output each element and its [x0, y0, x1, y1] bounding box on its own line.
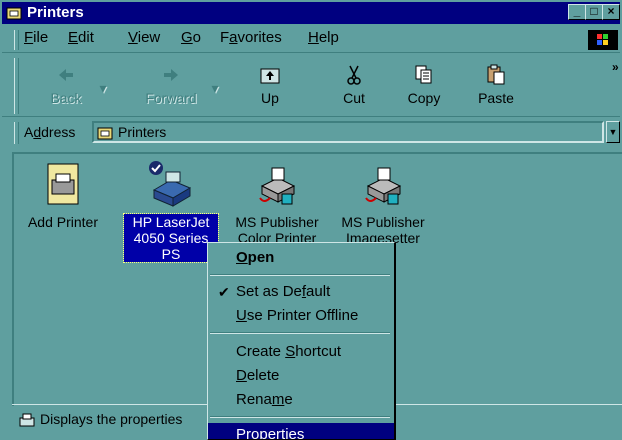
- item-add-printer[interactable]: Add Printer: [18, 160, 108, 230]
- item-ms-publisher-color[interactable]: MS Publisher Color Printer: [232, 160, 322, 246]
- toolbar-grip[interactable]: [14, 58, 19, 114]
- context-menu: Open ✔ Set as Default Use Printer Offline…: [207, 242, 395, 440]
- item-hp-laserjet[interactable]: HP LaserJet 4050 Series PS: [123, 160, 219, 263]
- address-input[interactable]: Printers: [92, 121, 604, 143]
- paste-icon: [487, 64, 505, 85]
- menu-rename[interactable]: Rename: [208, 388, 394, 412]
- paste-button[interactable]: Paste: [466, 64, 526, 106]
- menu-edit[interactable]: Edit: [68, 28, 94, 48]
- menu-separator: [210, 416, 390, 418]
- addressbar-grip[interactable]: [14, 122, 19, 144]
- address-dropdown-button[interactable]: ▼: [606, 121, 620, 143]
- printers-folder-icon: [97, 127, 113, 140]
- menu-help[interactable]: Help: [308, 28, 339, 48]
- window-title: Printers: [27, 4, 84, 21]
- menu-open[interactable]: Open: [208, 246, 394, 270]
- address-label: Address: [24, 124, 76, 140]
- maximize-button[interactable]: □: [585, 4, 603, 20]
- printer-icon: [365, 167, 402, 205]
- windows-flag-icon: [597, 34, 608, 45]
- forward-dropdown[interactable]: ▾: [208, 80, 222, 97]
- menu-view[interactable]: View: [128, 28, 160, 48]
- menu-favorites[interactable]: Favorites: [220, 28, 282, 48]
- menu-delete[interactable]: Delete: [208, 364, 394, 388]
- back-dropdown[interactable]: ▾: [96, 80, 110, 97]
- menu-create-shortcut[interactable]: Create Shortcut: [208, 340, 394, 364]
- add-printer-icon: [47, 163, 79, 205]
- menu-use-printer-offline[interactable]: Use Printer Offline: [208, 304, 394, 328]
- printers-window: Printers _ □ × File Edit View Go Favorit…: [0, 0, 622, 440]
- minimize-button[interactable]: _: [568, 4, 586, 20]
- printer-icon: [259, 167, 296, 205]
- cut-button[interactable]: Cut: [324, 64, 384, 106]
- copy-icon: [415, 65, 432, 84]
- copy-button[interactable]: Copy: [394, 64, 454, 106]
- menu-properties[interactable]: Properties: [208, 423, 394, 439]
- printers-folder-icon: [6, 7, 22, 20]
- windows-logo: [588, 30, 618, 50]
- title-bar[interactable]: Printers: [2, 2, 620, 24]
- up-button[interactable]: Up: [240, 64, 300, 106]
- menu-file[interactable]: File: [24, 28, 48, 48]
- menubar-grip[interactable]: [14, 30, 19, 50]
- forward-arrow-icon: [164, 69, 178, 81]
- menu-separator: [210, 274, 390, 276]
- up-folder-icon: [260, 68, 280, 84]
- back-button[interactable]: Back: [36, 64, 96, 106]
- menu-set-as-default[interactable]: ✔ Set as Default: [208, 280, 394, 304]
- menu-separator: [210, 332, 390, 334]
- printer-status-icon: [19, 413, 35, 427]
- forward-button[interactable]: Forward: [134, 64, 208, 106]
- item-ms-publisher-imagesetter[interactable]: MS Publisher Imagesetter: [338, 160, 428, 246]
- toolbar-overflow[interactable]: »: [612, 60, 619, 74]
- scissors-icon: [347, 65, 361, 85]
- checkmark-icon: ✔: [218, 284, 230, 300]
- network-printer-icon: [149, 161, 192, 207]
- menu-go[interactable]: Go: [181, 28, 201, 48]
- close-button[interactable]: ×: [602, 4, 620, 20]
- back-arrow-icon: [59, 69, 73, 81]
